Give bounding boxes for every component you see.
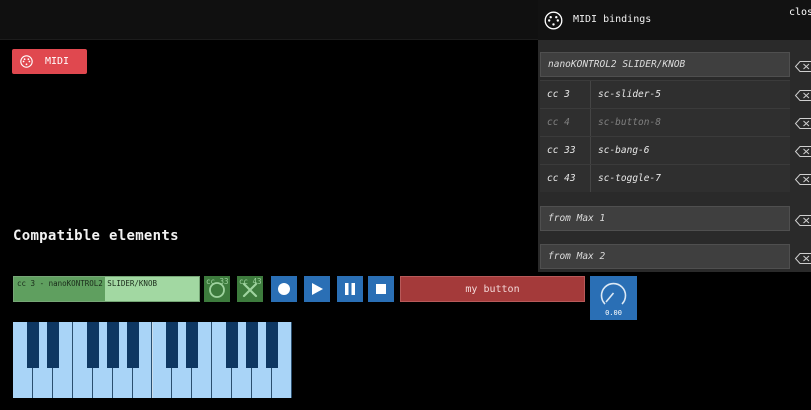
backspace-icon[interactable]: [794, 212, 811, 226]
toggle-button[interactable]: cc 43: [237, 276, 263, 302]
backspace-icon[interactable]: [794, 250, 811, 264]
black-key[interactable]: [46, 322, 59, 368]
binding-target: sc-button-8: [598, 117, 661, 128]
backspace-icon[interactable]: [794, 171, 811, 185]
black-key[interactable]: [226, 322, 239, 368]
record-button[interactable]: [271, 276, 297, 302]
binding-row[interactable]: cc 3 sc-slider-5: [540, 80, 790, 108]
midi-din-icon: [544, 11, 563, 30]
black-key[interactable]: [266, 322, 279, 368]
panel-header: MIDI bindings: [538, 0, 811, 40]
play-icon: [312, 283, 323, 295]
black-key[interactable]: [86, 322, 99, 368]
top-bar: [0, 0, 540, 40]
binding-cc: cc 33: [547, 145, 576, 156]
binding-group-header: nanoKONTROL2 SLIDER/KNOB: [540, 52, 790, 77]
binding-row[interactable]: cc 4 sc-button-8: [540, 108, 790, 136]
black-key[interactable]: [246, 322, 259, 368]
binding-cc: cc 43: [547, 173, 576, 184]
binding-cc: cc 3: [547, 89, 570, 100]
binding-divider: [590, 165, 591, 192]
binding-divider: [590, 137, 591, 164]
play-button[interactable]: [304, 276, 330, 302]
black-key[interactable]: [126, 322, 139, 368]
slider-label: cc 3 - nanoKONTROL2 SLIDER/KNOB: [17, 279, 157, 288]
midi-button-label: MIDI: [45, 56, 70, 67]
binding-target: sc-slider-5: [598, 89, 661, 100]
binding-row[interactable]: cc 33 sc-bang-6: [540, 136, 790, 164]
piano-keyboard[interactable]: [13, 322, 292, 398]
binding-group-header: from Max 1: [540, 206, 790, 231]
black-key[interactable]: [186, 322, 199, 368]
compatible-elements-heading: Compatible elements: [13, 228, 179, 244]
black-key[interactable]: [166, 322, 179, 368]
dial[interactable]: 0.00: [590, 276, 637, 320]
dial-knob: [600, 282, 627, 305]
toggle-label: cc 43: [239, 277, 262, 286]
my-button[interactable]: my button: [400, 276, 585, 302]
binding-target: sc-bang-6: [598, 145, 650, 156]
backspace-icon[interactable]: [794, 87, 811, 101]
bang-button[interactable]: cc 33: [204, 276, 230, 302]
binding-target: sc-toggle-7: [598, 173, 661, 184]
black-key[interactable]: [26, 322, 39, 368]
binding-row[interactable]: cc 43 sc-toggle-7: [540, 164, 790, 192]
bang-label: cc 33: [206, 277, 229, 286]
stop-icon: [376, 284, 386, 294]
dial-value: 0.00: [605, 309, 622, 317]
record-icon: [278, 283, 290, 295]
midi-din-icon: [20, 55, 33, 68]
binding-cc: cc 4: [547, 117, 570, 128]
pause-button[interactable]: [337, 276, 363, 302]
backspace-icon[interactable]: [794, 115, 811, 129]
backspace-icon[interactable]: [794, 58, 811, 72]
stop-button[interactable]: [368, 276, 394, 302]
close-button[interactable]: clos: [789, 7, 811, 18]
backspace-icon[interactable]: [794, 143, 811, 157]
pause-icon: [345, 283, 355, 295]
midi-slider[interactable]: cc 3 - nanoKONTROL2 SLIDER/KNOB: [13, 276, 200, 302]
black-key[interactable]: [106, 322, 119, 368]
midi-bindings-panel: MIDI bindings nanoKONTROL2 SLIDER/KNOB cc…: [538, 0, 811, 272]
midi-button[interactable]: MIDI: [12, 49, 87, 74]
binding-divider: [590, 81, 591, 108]
binding-group-header: from Max 2: [540, 244, 790, 269]
panel-title: MIDI bindings: [573, 14, 652, 25]
binding-divider: [590, 109, 591, 136]
